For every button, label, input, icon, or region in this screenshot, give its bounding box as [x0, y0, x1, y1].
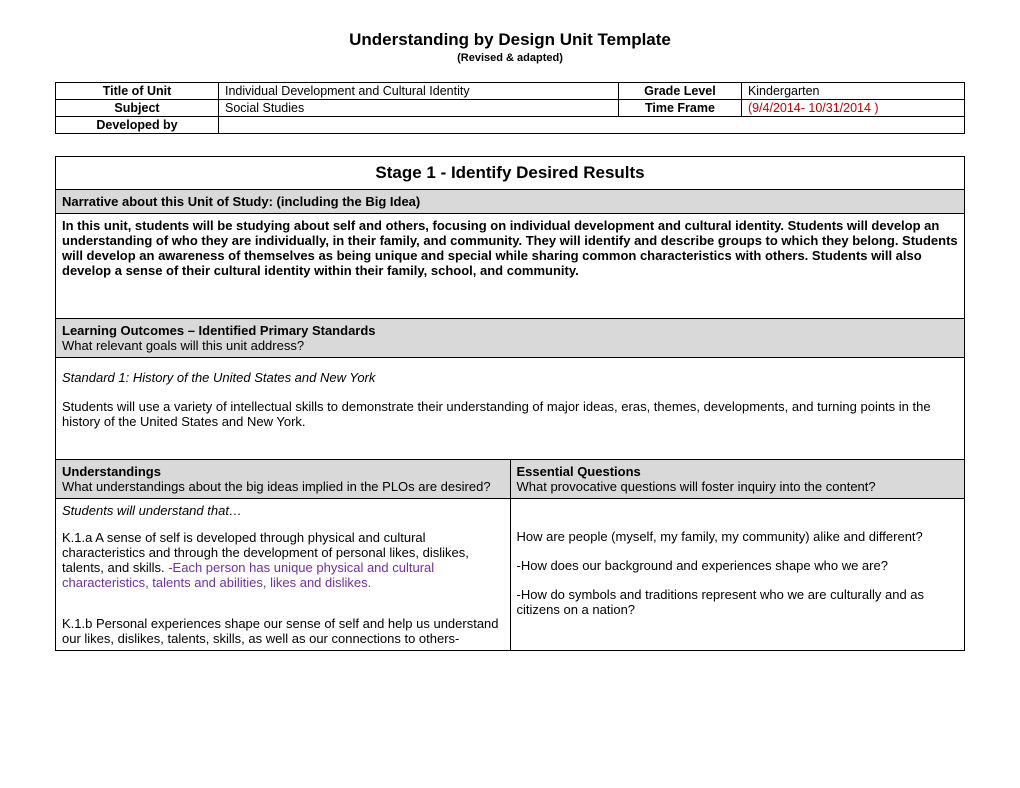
- subject-value: Social Studies: [219, 100, 619, 117]
- essential-header-cell: Essential Questions What provocative que…: [510, 460, 965, 499]
- learning-outcomes-label: Learning Outcomes – Identified Primary S…: [62, 323, 376, 338]
- developed-by-label: Developed by: [56, 117, 219, 134]
- table-row: Students will understand that… K.1.a A s…: [56, 499, 965, 651]
- table-row: Learning Outcomes – Identified Primary S…: [56, 319, 965, 358]
- eq2: -How does our background and experiences…: [517, 558, 888, 573]
- narrative-body: In this unit, students will be studying …: [56, 214, 965, 319]
- table-row: Understandings What understandings about…: [56, 460, 965, 499]
- k1b-text: K.1.b Personal experiences shape our sen…: [62, 616, 499, 646]
- table-row: Standard 1: History of the United States…: [56, 358, 965, 460]
- understandings-label: Understandings: [62, 464, 161, 479]
- time-frame-label: Time Frame: [618, 100, 741, 117]
- narrative-label: Narrative about this Unit of Study: (inc…: [62, 194, 420, 209]
- standard-cell: Standard 1: History of the United States…: [56, 358, 965, 460]
- page-title: Understanding by Design Unit Template: [55, 30, 965, 50]
- understandings-sub: What understandings about the big ideas …: [62, 479, 491, 494]
- subject-label: Subject: [56, 100, 219, 117]
- understandings-header-cell: Understandings What understandings about…: [56, 460, 511, 499]
- title-of-unit-label: Title of Unit: [56, 83, 219, 100]
- grade-level-value: Kindergarten: [741, 83, 964, 100]
- standard-body: Students will use a variety of intellect…: [62, 399, 931, 429]
- table-row: Developed by: [56, 117, 965, 134]
- table-row: Title of Unit Individual Development and…: [56, 83, 965, 100]
- developed-by-value: [219, 117, 965, 134]
- table-row: Subject Social Studies Time Frame (9/4/2…: [56, 100, 965, 117]
- table-row: Stage 1 - Identify Desired Results: [56, 157, 965, 190]
- title-of-unit-value: Individual Development and Cultural Iden…: [219, 83, 619, 100]
- page-subtitle: (Revised & adapted): [55, 52, 965, 64]
- table-row: In this unit, students will be studying …: [56, 214, 965, 319]
- essential-body-cell: How are people (myself, my family, my co…: [510, 499, 965, 651]
- grade-level-label: Grade Level: [618, 83, 741, 100]
- eq1: How are people (myself, my family, my co…: [517, 529, 923, 544]
- standard-title: Standard 1: History of the United States…: [62, 370, 375, 385]
- narrative-label-cell: Narrative about this Unit of Study: (inc…: [56, 190, 965, 214]
- table-row: Narrative about this Unit of Study: (inc…: [56, 190, 965, 214]
- learning-outcomes-cell: Learning Outcomes – Identified Primary S…: [56, 319, 965, 358]
- learning-outcomes-sub: What relevant goals will this unit addre…: [62, 338, 304, 353]
- essential-questions-sub: What provocative questions will foster i…: [517, 479, 876, 494]
- eq3: -How do symbols and traditions represent…: [517, 587, 925, 617]
- stage1-table: Stage 1 - Identify Desired Results Narra…: [55, 156, 965, 651]
- understandings-body-cell: Students will understand that… K.1.a A s…: [56, 499, 511, 651]
- meta-table: Title of Unit Individual Development and…: [55, 82, 965, 134]
- stage1-header: Stage 1 - Identify Desired Results: [56, 157, 965, 190]
- students-will-understand: Students will understand that…: [62, 503, 242, 518]
- essential-questions-label: Essential Questions: [517, 464, 641, 479]
- time-frame-value: (9/4/2014- 10/31/2014 ): [741, 100, 964, 117]
